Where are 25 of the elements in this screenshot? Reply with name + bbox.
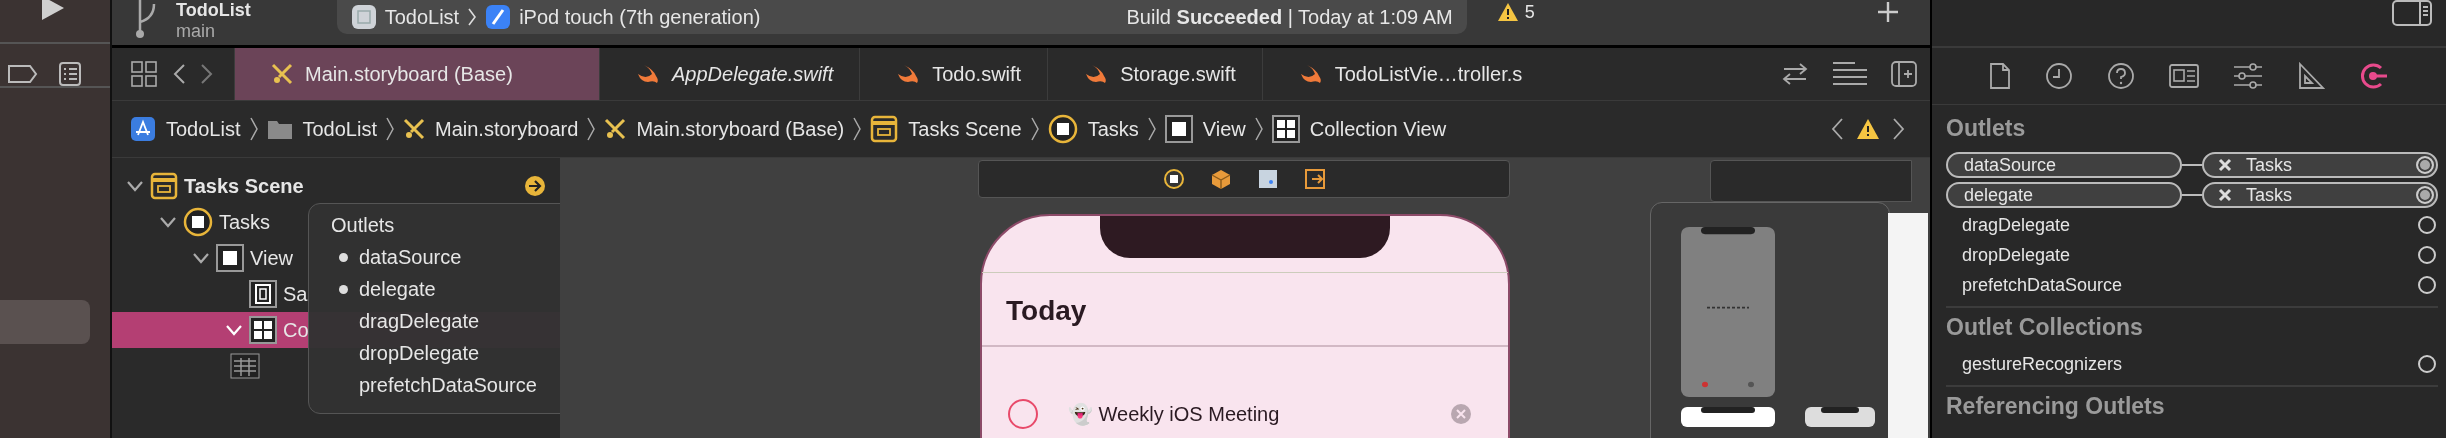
warning-count: 5 bbox=[1524, 2, 1535, 23]
outlet-pill: delegate bbox=[1946, 182, 2182, 208]
target-label: Tasks bbox=[2246, 154, 2293, 176]
popover-title: Outlets bbox=[331, 214, 396, 237]
task-title: 👻 Weekly iOS Meeting bbox=[1068, 402, 1281, 426]
target-label: Tasks bbox=[2246, 184, 2293, 206]
build-status: Build Succeeded | Today at 1:09 AM bbox=[1126, 5, 1453, 29]
section-title: Outlet Collections bbox=[1946, 313, 2144, 342]
outlet-label: prefetchDataSource bbox=[358, 373, 537, 397]
outlet-label: dataSource bbox=[331, 245, 462, 269]
outlet-label: dragDelegate bbox=[358, 309, 480, 333]
outlet-label: dragDelegate bbox=[1961, 214, 2072, 236]
project-name: TodoList bbox=[176, 0, 251, 21]
outlet-pill: dataSource bbox=[1946, 152, 2182, 178]
outlet-label: dropDelegate bbox=[1961, 244, 2072, 266]
outlet-label: prefetchDataSource bbox=[1961, 274, 2124, 296]
scheme-name: TodoList bbox=[384, 5, 460, 29]
device-name: iPod touch (7th generation) bbox=[519, 5, 761, 29]
outlet-label: gestureRecognizers bbox=[1961, 353, 2124, 375]
outlet-label: delegate bbox=[331, 277, 436, 301]
section-title: Referencing Outlets bbox=[1946, 392, 2166, 421]
branch-name: main bbox=[176, 21, 216, 42]
section-title: Outlets bbox=[1946, 114, 2027, 143]
outlet-label: dropDelegate bbox=[358, 341, 480, 365]
section-header: Today bbox=[982, 272, 1508, 347]
